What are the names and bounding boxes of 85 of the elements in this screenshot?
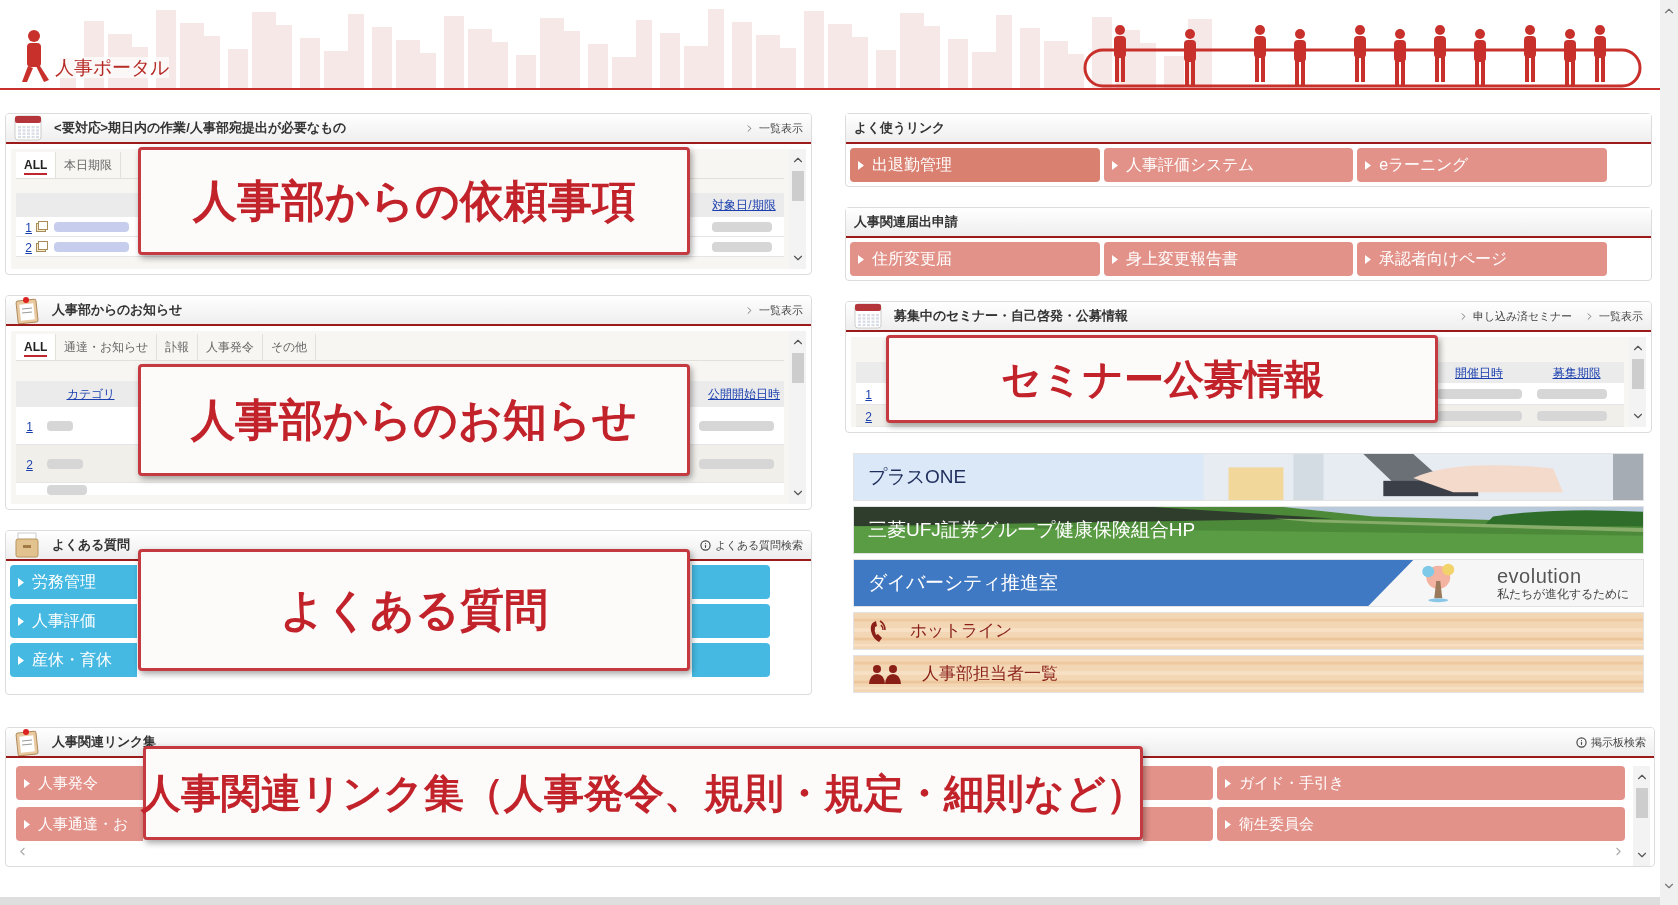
search-link[interactable]: よくある質問検索 [700, 536, 803, 554]
portal-title: 人事ポータル [55, 57, 169, 78]
banner-link[interactable]: プラスONE [853, 453, 1644, 501]
scrollbar[interactable] [1629, 337, 1646, 427]
blurred-text [47, 485, 87, 495]
row-number-link[interactable]: 2 [865, 409, 872, 424]
callout: 人事部からの依頼事項 [138, 147, 690, 255]
triangle-icon [1111, 254, 1118, 264]
scrollbar-thumb[interactable] [791, 353, 804, 383]
triangle-icon [1225, 778, 1231, 788]
triangle-icon [1365, 254, 1372, 264]
people-icon [868, 664, 902, 684]
row-number-link[interactable]: 2 [25, 240, 32, 255]
triangle-icon [18, 655, 24, 665]
document-icon [36, 221, 48, 232]
filter-tab[interactable]: 人事発令 [198, 334, 264, 360]
panel-title: 人事関連届出申請 [854, 213, 958, 232]
info-icon [1576, 736, 1587, 748]
link-button[interactable] [1143, 807, 1213, 841]
triangle-icon [24, 819, 30, 829]
triangle-icon [1365, 160, 1372, 170]
panel-title: よくある質問 [52, 536, 130, 555]
triangle-icon [1225, 819, 1231, 829]
filter-tab[interactable]: その他 [263, 334, 317, 360]
panel-title: 人事部からのお知らせ [52, 301, 182, 320]
faq-button[interactable] [692, 565, 770, 599]
blurred-text [47, 420, 73, 431]
column-header[interactable]: 対象日/期限 [712, 198, 776, 212]
link-button[interactable] [1143, 766, 1213, 800]
panel-title: 募集中のセミナー・自己啓発・公募情報 [894, 307, 1128, 326]
banner-label: 人事部担当者一覧 [921, 663, 1058, 686]
triangle-icon [18, 616, 24, 626]
page-scrollbar[interactable] [1660, 0, 1678, 905]
blurred-text [1537, 388, 1607, 399]
banner-link[interactable]: 人事部担当者一覧 [853, 655, 1644, 693]
filter-tab[interactable]: 本日期限 [56, 152, 122, 178]
row-number-link[interactable]: 1 [25, 220, 32, 235]
column-header[interactable]: 公開開始日時 [708, 387, 780, 401]
scrollbar-thumb[interactable] [791, 171, 804, 201]
blurred-text [712, 241, 772, 252]
banner-label: プラスONE [868, 464, 967, 489]
filter-tab[interactable]: 訃報 [157, 334, 199, 360]
logo-text: evolution [1497, 566, 1582, 586]
triangle-icon [24, 778, 30, 788]
faq-button[interactable] [692, 604, 770, 638]
filter-tab[interactable]: ALL [16, 334, 57, 360]
list-link[interactable]: 一覧表示 [744, 301, 803, 319]
banner-link[interactable]: ダイバーシティ推進室 evolution 私たちが進化するために [853, 559, 1644, 607]
column-header[interactable]: 募集期限 [1552, 365, 1601, 380]
filter-tab[interactable]: ALL [16, 152, 57, 178]
list-link[interactable]: 申し込み済セミナー [1458, 307, 1572, 325]
panel-title: よく使うリンク [854, 119, 945, 138]
row-number-link[interactable]: 2 [26, 457, 33, 472]
scrollbar-thumb[interactable] [1631, 359, 1644, 389]
list-link[interactable]: 一覧表示 [1584, 307, 1643, 325]
banner-link[interactable]: ホットライン [853, 612, 1644, 650]
filter-tab[interactable]: 通達・お知らせ [56, 334, 158, 360]
callout: セミナー公募情報 [886, 335, 1438, 423]
scrollbar-thumb[interactable] [1635, 788, 1648, 818]
callout: よくある質問 [138, 549, 690, 671]
blurred-text [712, 221, 772, 232]
column-header[interactable]: カテゴリ [66, 387, 115, 401]
scrollbar[interactable] [1633, 766, 1650, 866]
panel-title: <要対応>期日内の作業/人事部宛提出が必要なもの [54, 119, 346, 138]
row-number-link[interactable]: 1 [865, 387, 872, 402]
triangle-icon [18, 577, 24, 587]
faq-button[interactable] [692, 643, 770, 677]
logo-tagline: 私たちが進化するために [1497, 588, 1629, 600]
row-number-link[interactable]: 1 [26, 419, 33, 434]
column-header[interactable]: 開催日時 [1455, 365, 1503, 380]
banner-label: ホットライン [909, 620, 1012, 643]
list-link[interactable]: 一覧表示 [744, 119, 803, 137]
scrollbar[interactable] [789, 331, 806, 504]
banner-label: 三菱UFJ証券グループ健康保険組合HP [868, 517, 1196, 542]
callout: 人事部からのお知らせ [138, 364, 690, 476]
triangle-icon [858, 254, 864, 264]
scrollbar[interactable] [789, 149, 806, 269]
banner-label: ダイバーシティ推進室 [868, 570, 1058, 595]
info-icon [700, 539, 711, 551]
document-icon [36, 241, 48, 252]
search-link[interactable]: 掲示板検索 [1576, 733, 1646, 751]
triangle-icon [858, 160, 864, 170]
triangle-icon [1111, 160, 1118, 170]
blurred-text [47, 458, 83, 469]
blurred-text [1537, 410, 1607, 421]
